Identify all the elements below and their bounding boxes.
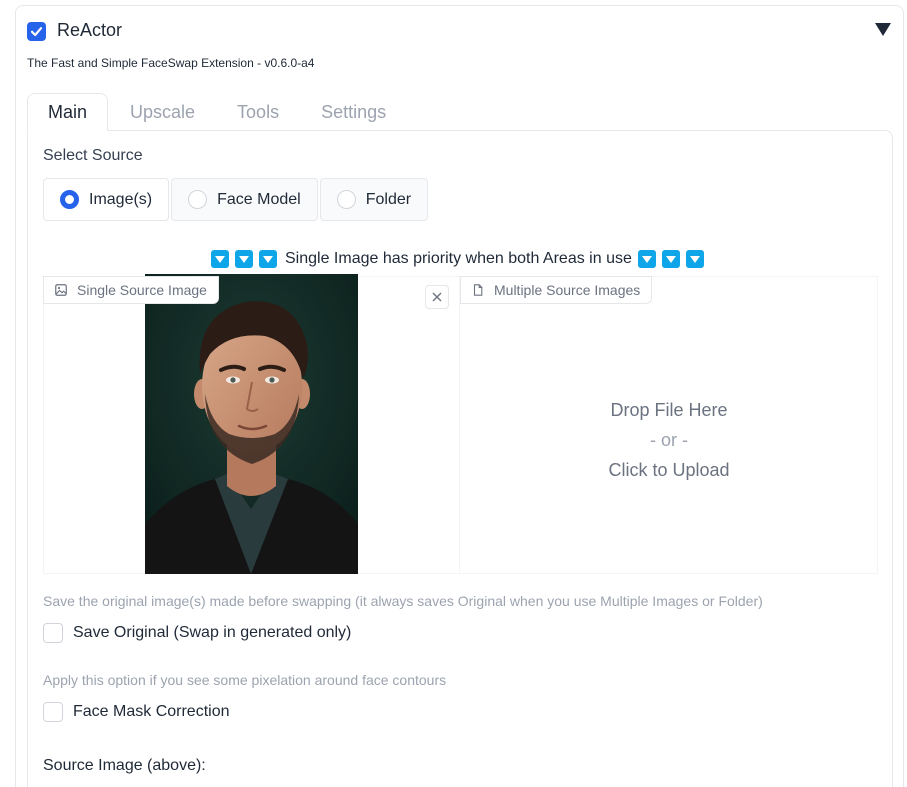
file-icon xyxy=(473,284,483,296)
down-arrow-icon xyxy=(259,250,277,268)
drop-file-text: Drop File Here xyxy=(610,399,728,420)
source-radio-group: Image(s) Face Model Folder xyxy=(43,178,430,221)
extension-title: ReActor xyxy=(57,20,123,40)
face-mask-label: Face Mask Correction xyxy=(73,703,230,720)
source-portrait-image[interactable] xyxy=(145,274,358,574)
clear-image-button[interactable] xyxy=(425,285,449,309)
face-mask-hint: Apply this option if you see some pixela… xyxy=(43,672,447,688)
source-option-images[interactable]: Image(s) xyxy=(43,178,170,221)
single-image-label-text: Single Source Image xyxy=(77,282,207,298)
source-option-label: Image(s) xyxy=(89,190,153,208)
multiple-images-drop-zone[interactable]: Drop File Here - or - Click to Upload xyxy=(460,305,878,574)
radio-selected-icon xyxy=(60,190,79,209)
down-arrow-icon xyxy=(661,250,680,268)
save-original-row[interactable]: Save Original (Swap in generated only) xyxy=(43,623,351,643)
tab-main[interactable]: Main xyxy=(27,93,109,131)
face-mask-row[interactable]: Face Mask Correction xyxy=(43,702,230,722)
radio-empty-icon xyxy=(336,190,356,209)
select-source-label: Select Source xyxy=(43,147,143,164)
down-arrow-icon xyxy=(211,250,229,268)
or-text: - or - xyxy=(650,429,688,450)
single-image-label: Single Source Image xyxy=(43,276,219,304)
enable-reactor-checkbox[interactable] xyxy=(27,22,46,41)
source-option-label: Face Model xyxy=(217,190,301,208)
portrait-illustration xyxy=(145,274,358,574)
save-original-label: Save Original (Swap in generated only) xyxy=(73,624,352,641)
tab-upscale[interactable]: Upscale xyxy=(110,93,215,131)
source-option-label: Folder xyxy=(365,190,412,208)
extension-subtitle: The Fast and Simple FaceSwap Extension -… xyxy=(27,56,315,70)
collapse-triangle-icon[interactable] xyxy=(875,23,891,36)
tab-settings[interactable]: Settings xyxy=(301,93,406,131)
source-option-folder[interactable]: Folder xyxy=(319,178,429,221)
source-image-label: Source Image (above): xyxy=(43,757,206,774)
down-arrow-icon xyxy=(235,250,253,268)
priority-text: Single Image has priority when both Area… xyxy=(285,250,632,267)
radio-empty-icon xyxy=(188,190,208,209)
checkmark-icon xyxy=(30,27,43,37)
down-arrow-icon xyxy=(637,250,656,268)
save-original-hint: Save the original image(s) made before s… xyxy=(43,593,763,609)
priority-note: Single Image has priority when both Area… xyxy=(211,250,710,268)
tab-bar: Main Upscale Tools Settings xyxy=(27,93,408,131)
image-icon xyxy=(55,284,67,296)
multiple-images-label: Multiple Source Images xyxy=(460,276,653,304)
save-original-checkbox[interactable] xyxy=(43,623,63,643)
face-mask-checkbox[interactable] xyxy=(43,702,63,722)
close-icon xyxy=(432,292,442,302)
click-upload-text: Click to Upload xyxy=(608,459,730,480)
multiple-images-label-text: Multiple Source Images xyxy=(494,282,641,298)
source-option-face-model[interactable]: Face Model xyxy=(171,178,318,221)
tab-tools[interactable]: Tools xyxy=(217,93,299,131)
down-arrow-icon xyxy=(685,250,704,268)
